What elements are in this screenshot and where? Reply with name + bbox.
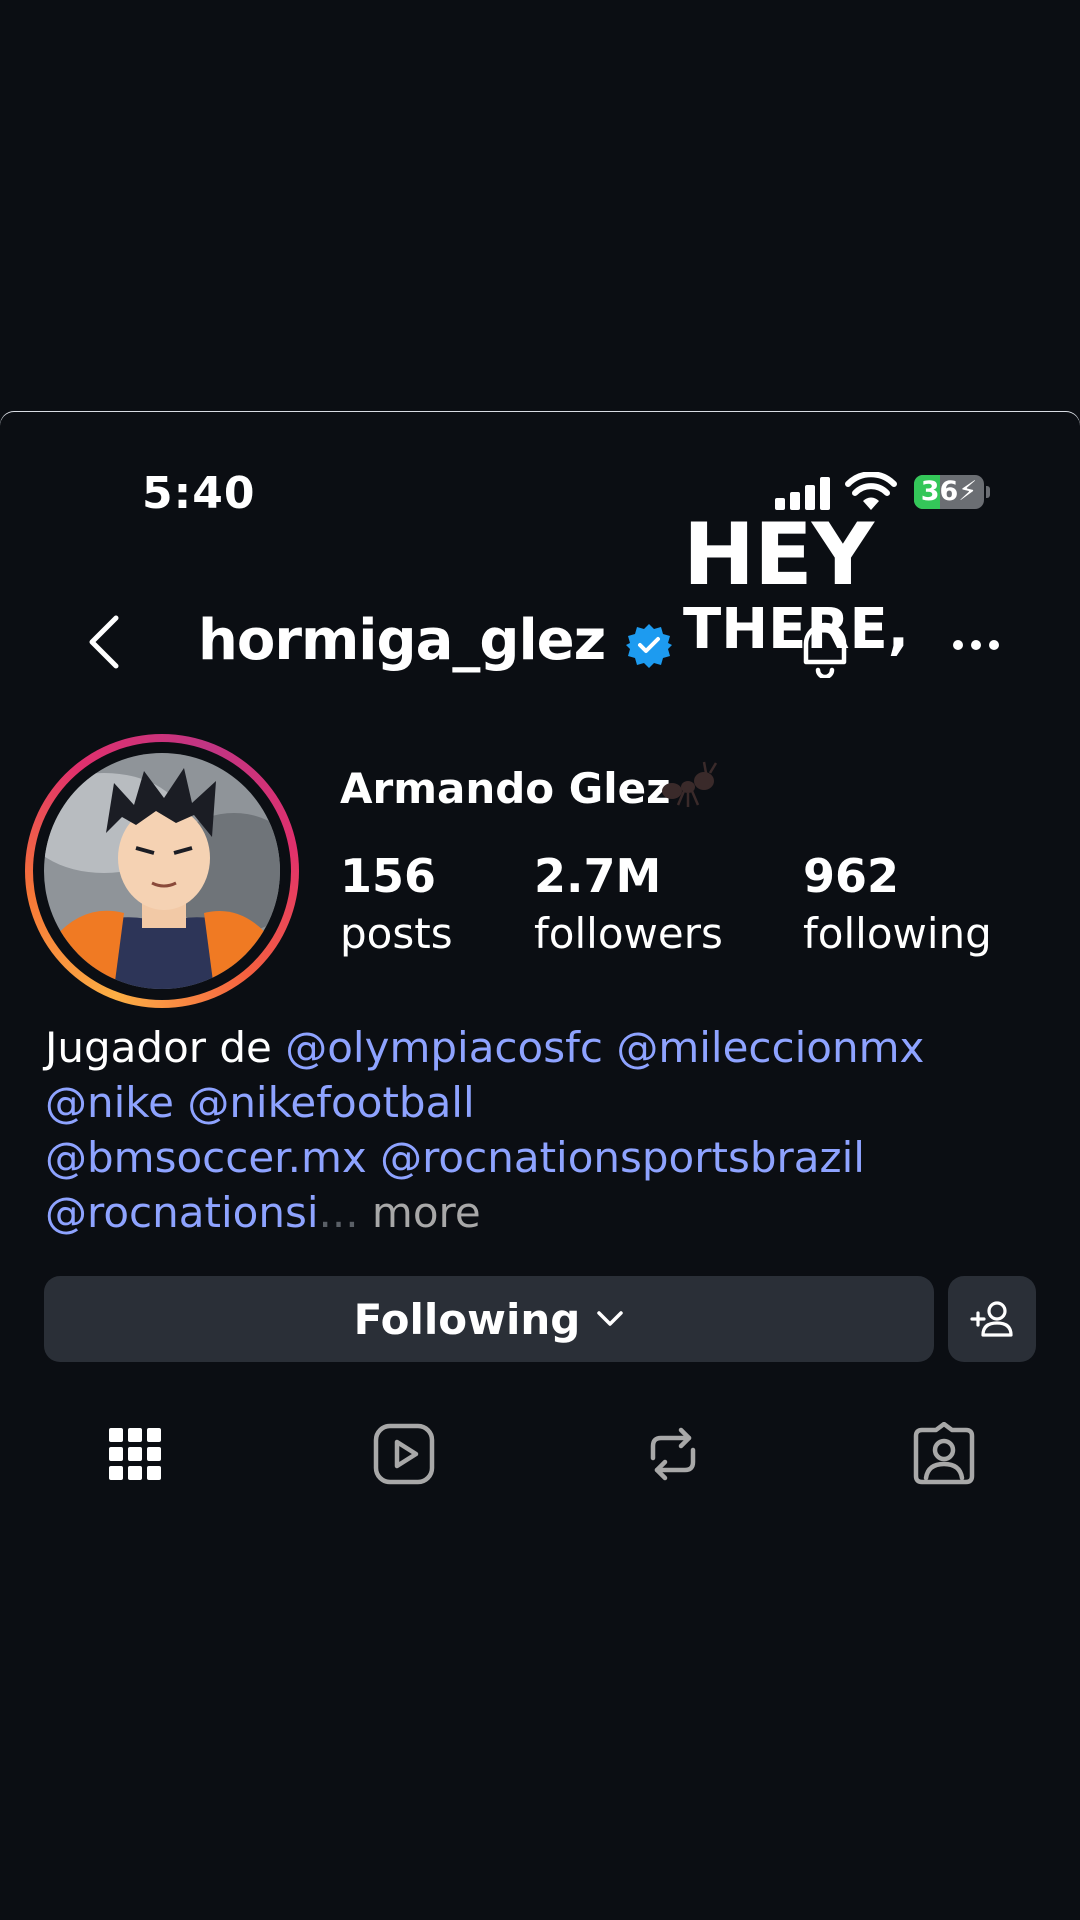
status-time: 5:40: [142, 468, 256, 519]
profile-username: hormiga_glez: [198, 608, 606, 673]
bio-more-link[interactable]: more: [372, 1188, 481, 1237]
app-screen: 5:40 36⚡ hormiga_glez HEY THERE, Armando…: [0, 412, 1080, 1920]
reposts-icon[interactable]: [641, 1422, 705, 1486]
profile-full-name: Armando Glez: [340, 764, 671, 813]
grid-icon[interactable]: [103, 1422, 167, 1486]
battery-nub: [986, 486, 990, 498]
bio-mention-link[interactable]: @rocnationsportsbrazil: [380, 1133, 865, 1182]
following-count[interactable]: 962: [803, 849, 899, 903]
bio-mention-link[interactable]: @nike: [45, 1078, 174, 1127]
following-label[interactable]: following: [803, 909, 992, 958]
profile-bio: Jugador de @olympiacosfc @mileccionmx @n…: [45, 1020, 1045, 1240]
bio-ellipsis: ...: [318, 1188, 359, 1237]
followers-count[interactable]: 2.7M: [534, 849, 661, 903]
bio-mention-link[interactable]: @bmsoccer.mx: [45, 1133, 367, 1182]
battery-indicator: 36⚡: [914, 475, 984, 509]
bio-text: Jugador de: [45, 1023, 286, 1072]
chevron-down-icon: [597, 1311, 624, 1326]
followers-label[interactable]: followers: [534, 909, 723, 958]
more-options-icon[interactable]: [952, 638, 1000, 652]
add-person-icon: [970, 1301, 1013, 1337]
verified-badge-icon: [626, 624, 672, 668]
posts-count[interactable]: 156: [340, 849, 436, 903]
bio-mention-link[interactable]: @mileccionmx: [616, 1023, 924, 1072]
profile-avatar[interactable]: [44, 753, 280, 989]
bio-mention-link[interactable]: @rocnationsi: [45, 1188, 319, 1237]
bio-mention-link[interactable]: @olympiacosfc: [285, 1023, 603, 1072]
overlay-text-there: THERE,: [683, 597, 909, 662]
posts-label[interactable]: posts: [340, 909, 453, 958]
bio-mention-link[interactable]: @nikefootball: [187, 1078, 474, 1127]
charging-bolt-icon: ⚡: [958, 476, 978, 507]
tagged-icon[interactable]: [912, 1422, 976, 1486]
reels-icon[interactable]: [372, 1422, 436, 1486]
back-button[interactable]: [82, 612, 126, 672]
ant-emoji-icon: [662, 761, 718, 807]
following-button-label: Following: [353, 1294, 581, 1344]
overlay-text-hey: HEY: [683, 505, 874, 605]
following-button[interactable]: Following: [44, 1276, 934, 1362]
suggested-people-button[interactable]: [948, 1276, 1036, 1362]
